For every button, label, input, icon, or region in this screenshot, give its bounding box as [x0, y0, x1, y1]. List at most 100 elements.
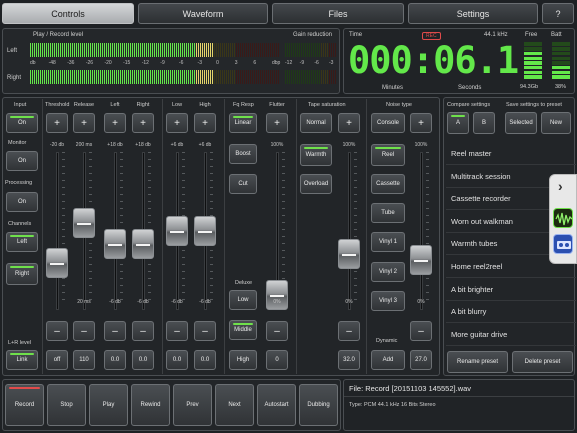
- meter-segment: [174, 70, 176, 84]
- minus-button-high[interactable]: –: [194, 321, 216, 341]
- minus-button-flutter[interactable]: –: [266, 321, 288, 341]
- compare-a-button[interactable]: A: [447, 112, 469, 134]
- meter-segment: [156, 70, 158, 84]
- meter-segment: [252, 43, 254, 57]
- rewind-button[interactable]: Rewind: [131, 384, 170, 426]
- record-button[interactable]: Record: [5, 384, 44, 426]
- save-new-button[interactable]: New: [541, 112, 571, 134]
- slider-knob-threshold[interactable]: [46, 248, 68, 278]
- link-button[interactable]: Link: [6, 350, 38, 370]
- slider-knob-release[interactable]: [73, 208, 95, 239]
- minus-button-noise[interactable]: –: [410, 321, 432, 341]
- tab-help[interactable]: ?: [542, 3, 574, 24]
- strip-top-label-low: +6 db: [170, 142, 184, 148]
- tab-settings[interactable]: Settings: [408, 3, 538, 24]
- level-meter-panel: Play / Record level Gain reduction Left …: [2, 28, 340, 94]
- stop-button[interactable]: Stop: [47, 384, 86, 426]
- prev-button[interactable]: Prev: [173, 384, 212, 426]
- save-selected-button[interactable]: Selected: [505, 112, 537, 134]
- plus-button-high[interactable]: +: [194, 113, 216, 133]
- meter-segment: [154, 70, 156, 84]
- next-button[interactable]: Next: [215, 384, 254, 426]
- linear-button[interactable]: Linear: [229, 113, 257, 133]
- plus-button-flutter[interactable]: +: [266, 113, 288, 133]
- play-button[interactable]: Play: [89, 384, 128, 426]
- level-bar-segment: [552, 47, 570, 51]
- meter-segment: [90, 70, 92, 84]
- meter-segment: [30, 70, 32, 84]
- minus-button-saturation[interactable]: –: [338, 321, 360, 341]
- level-bar-segment: [524, 56, 542, 60]
- plus-button-release[interactable]: +: [73, 113, 95, 133]
- dubbing-button[interactable]: Dubbing: [299, 384, 338, 426]
- input-on-button[interactable]: On: [6, 113, 38, 133]
- boost-button[interactable]: Boost: [229, 144, 257, 164]
- slider-knob-left[interactable]: [104, 228, 126, 259]
- tab-controls[interactable]: Controls: [2, 3, 134, 24]
- minus-button-low[interactable]: –: [166, 321, 188, 341]
- channel-right-button[interactable]: Right: [6, 263, 38, 285]
- plus-button-noise[interactable]: +: [410, 113, 432, 133]
- cut-button[interactable]: Cut: [229, 174, 257, 194]
- reel-button[interactable]: Reel: [371, 144, 405, 166]
- slider-knob-noise[interactable]: [410, 245, 432, 276]
- tape-app-icon[interactable]: [553, 234, 573, 254]
- meter-scale-label: -6: [314, 60, 319, 66]
- plus-button-low[interactable]: +: [166, 113, 188, 133]
- preset-item[interactable]: More guitar drive: [446, 324, 576, 346]
- tab-files[interactable]: Files: [272, 3, 404, 24]
- channel-left-button[interactable]: Left: [6, 232, 38, 252]
- meter-segment: [244, 43, 246, 57]
- compare-b-button[interactable]: B: [473, 112, 495, 134]
- preset-item[interactable]: Reel master: [446, 143, 576, 165]
- meter-segment: [166, 70, 168, 84]
- slider-knob-flutter[interactable]: [266, 280, 288, 310]
- meter-right-label: Right: [7, 75, 22, 81]
- plus-button-right[interactable]: +: [132, 113, 154, 133]
- plus-button-threshold[interactable]: +: [46, 113, 68, 133]
- plus-button-left[interactable]: +: [104, 113, 126, 133]
- vinyl2-button[interactable]: Vinyl 2: [371, 262, 405, 282]
- high-button[interactable]: High: [229, 350, 257, 370]
- waveform-app-icon[interactable]: [553, 208, 573, 228]
- middle-button[interactable]: Middle: [229, 320, 257, 340]
- meter-segment: [130, 70, 132, 84]
- plus-button-saturation[interactable]: +: [338, 113, 360, 133]
- add-button[interactable]: Add: [371, 350, 405, 370]
- processing-on-button[interactable]: On: [6, 192, 38, 212]
- preset-item[interactable]: A bit brighter: [446, 279, 576, 301]
- meter-segment: [82, 70, 84, 84]
- slider-knob-right[interactable]: [132, 228, 154, 259]
- minus-button-right[interactable]: –: [132, 321, 154, 341]
- chevron-right-icon[interactable]: ›: [558, 178, 563, 194]
- tab-waveform[interactable]: Waveform: [138, 3, 268, 24]
- preset-item[interactable]: A bit blurry: [446, 301, 576, 324]
- slider-knob-low[interactable]: [166, 216, 188, 246]
- rename-preset-button[interactable]: Rename preset: [447, 351, 508, 373]
- minus-button-threshold[interactable]: –: [46, 321, 68, 341]
- dynamic-label: Dynamic: [376, 338, 398, 344]
- minus-button-release[interactable]: –: [73, 321, 95, 341]
- meter-scale-label: -15: [123, 60, 131, 66]
- monitor-on-button[interactable]: On: [6, 151, 38, 171]
- vinyl1-button[interactable]: Vinyl 1: [371, 232, 405, 252]
- delete-preset-button[interactable]: Delete preset: [512, 351, 573, 373]
- vinyl3-button[interactable]: Vinyl 3: [371, 291, 405, 311]
- meter-segment: [82, 43, 84, 57]
- low-button[interactable]: Low: [229, 290, 257, 310]
- slider-knob-saturation[interactable]: [338, 239, 360, 270]
- tube-button[interactable]: Tube: [371, 203, 405, 223]
- meter-scale-label: -9: [160, 60, 165, 66]
- console-button[interactable]: Console: [371, 113, 405, 133]
- meter-segment: [331, 70, 333, 84]
- divider: [162, 99, 163, 374]
- overload-button[interactable]: Overload: [300, 174, 332, 194]
- meter-segment: [214, 43, 216, 57]
- warmth-button[interactable]: Warmth: [300, 144, 332, 166]
- cassette-button[interactable]: Cassette: [371, 174, 405, 194]
- normal-button[interactable]: Normal: [300, 113, 332, 133]
- autostart-button[interactable]: Autostart: [257, 384, 296, 426]
- minus-button-left[interactable]: –: [104, 321, 126, 341]
- meter-segment: [130, 43, 132, 57]
- slider-knob-high[interactable]: [194, 216, 216, 246]
